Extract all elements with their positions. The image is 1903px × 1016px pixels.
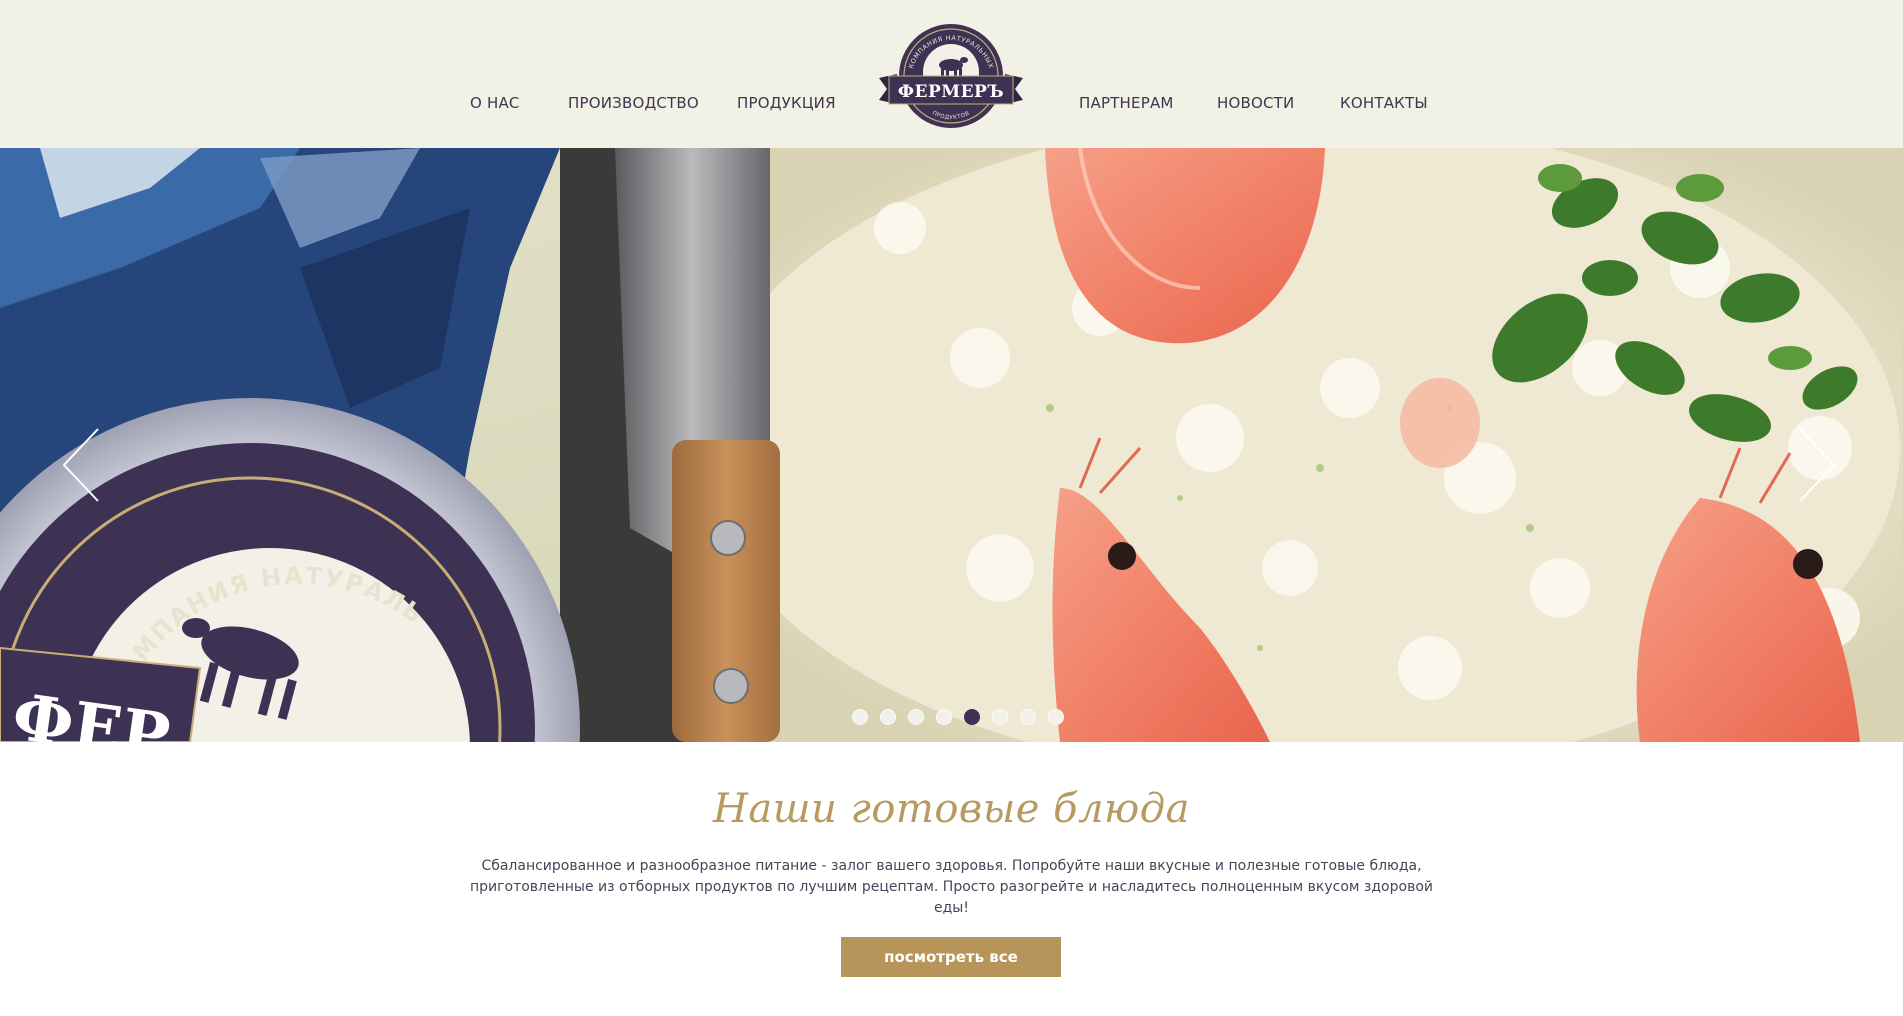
hero-slider: КОМПАНИЯ НАТУРАЛЬНЫХ ФЕР	[0, 148, 1903, 742]
nav-products[interactable]: ПРОДУКЦИЯ	[737, 94, 836, 112]
nav-partners[interactable]: ПАРТНЕРАМ	[1079, 94, 1174, 112]
nav-contacts[interactable]: КОНТАКТЫ	[1340, 94, 1428, 112]
site-logo[interactable]: КОМПАНИЯ НАТУРАЛЬНЫХ ФЕРМЕРЪ ПРОДУКТОВ	[875, 20, 1027, 130]
view-all-button[interactable]: посмотреть все	[841, 937, 1061, 977]
section-title: Наши готовые блюда	[713, 786, 1190, 832]
nav-about[interactable]: О НАС	[470, 94, 520, 112]
site-header: О НАС ПРОИЗВОДСТВО ПРОДУКЦИЯ КОМПАНИЯ НА…	[0, 0, 1903, 148]
chevron-right-icon[interactable]	[1794, 425, 1840, 505]
chevron-left-icon[interactable]	[58, 425, 104, 505]
nav-news[interactable]: НОВОСТИ	[1217, 94, 1294, 112]
slider-pagination	[852, 709, 1064, 725]
hero-slide-image: КОМПАНИЯ НАТУРАЛЬНЫХ ФЕР	[0, 148, 1903, 742]
slider-dot[interactable]	[852, 709, 868, 725]
slider-dot[interactable]	[964, 709, 980, 725]
nav-production[interactable]: ПРОИЗВОДСТВО	[568, 94, 699, 112]
section-description: Сбалансированное и разнообразное питание…	[451, 856, 1452, 919]
slider-dot[interactable]	[992, 709, 1008, 725]
slider-dot[interactable]	[936, 709, 952, 725]
slider-dot[interactable]	[908, 709, 924, 725]
section-description-line: Сбалансированное и разнообразное питание…	[481, 858, 1422, 874]
slider-dot[interactable]	[1020, 709, 1036, 725]
logo-brand-text: ФЕРМЕРЪ	[898, 82, 1004, 102]
slider-dot[interactable]	[1048, 709, 1064, 725]
slider-dot[interactable]	[880, 709, 896, 725]
section-description-line: приготовленные из отборных продуктов по …	[470, 879, 1433, 916]
